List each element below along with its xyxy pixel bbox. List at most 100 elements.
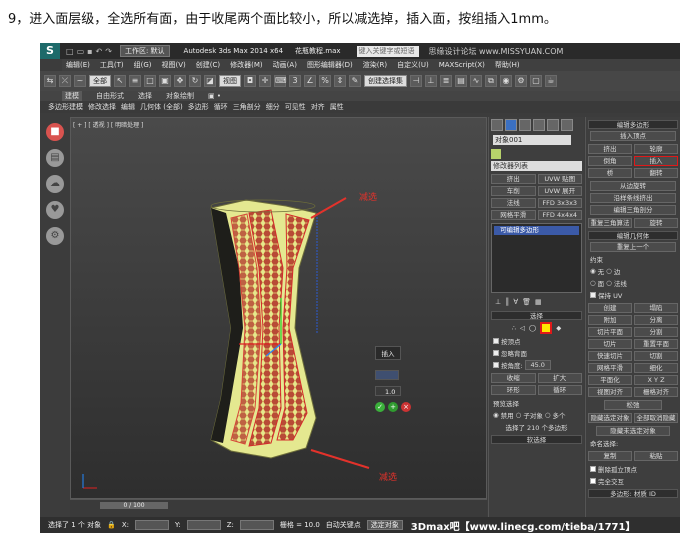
select-object-icon[interactable]: ↖ xyxy=(114,75,126,87)
vertex-level-icon[interactable]: ∴ xyxy=(512,324,516,332)
view-align-button[interactable]: 视图对齐 xyxy=(588,387,632,397)
modify-tab-icon[interactable] xyxy=(505,119,517,131)
render-setup-icon[interactable]: ⚙ xyxy=(515,75,527,87)
paste-button[interactable]: 粘贴 xyxy=(634,451,678,461)
cloud-icon[interactable]: ☁ xyxy=(46,175,64,193)
tab-object-paint[interactable]: 对象绘制 xyxy=(166,91,194,101)
planar-y-button[interactable]: Y xyxy=(654,376,658,384)
graphite-icon[interactable]: ▤ xyxy=(455,75,467,87)
ok-icon[interactable]: ✓ xyxy=(375,402,385,412)
planar-z-button[interactable]: Z xyxy=(660,376,664,384)
manipulate-icon[interactable]: ✛ xyxy=(259,75,271,87)
perspective-viewport[interactable]: [ + ] [ 透视 ] [ 明暗处理 ] 减选 减选 插入 1.0 ✓ + × xyxy=(70,117,487,499)
angle-snap-icon[interactable]: ∠ xyxy=(304,75,316,87)
bevel-button[interactable]: 倒角 xyxy=(588,156,632,166)
constraint-edge-radio[interactable]: ○ xyxy=(606,267,612,275)
edge-level-icon[interactable]: ◁ xyxy=(520,324,525,332)
align-icon[interactable]: ⊥ xyxy=(425,75,437,87)
detach-button[interactable]: 分离 xyxy=(634,315,678,325)
tab-modeling[interactable]: 建模 xyxy=(62,91,82,101)
redo-icon[interactable]: ↷ xyxy=(105,47,112,56)
by-vertex-checkbox[interactable] xyxy=(493,338,499,344)
z-field[interactable] xyxy=(239,520,274,530)
copy-button[interactable]: 复制 xyxy=(588,451,632,461)
grid-align-button[interactable]: 栅格对齐 xyxy=(634,387,678,397)
edit-triangulation-button[interactable]: 编辑三角剖分 xyxy=(590,205,676,215)
mirror-icon[interactable]: ⊣ xyxy=(410,75,422,87)
menu-modifiers[interactable]: 修改器(M) xyxy=(230,60,263,70)
tab-selection[interactable]: 选择 xyxy=(138,91,152,101)
lock-icon[interactable]: 🔒 xyxy=(107,521,116,529)
slice-button[interactable]: 切片 xyxy=(588,339,632,349)
quickslice-button[interactable]: 快速切片 xyxy=(588,351,632,361)
insert-vertex-button[interactable]: 插入顶点 xyxy=(590,131,676,141)
planar-x-button[interactable]: X xyxy=(647,376,651,384)
object-name-field[interactable]: 对象001 xyxy=(493,135,571,145)
turn-button[interactable]: 旋转 xyxy=(634,218,678,228)
settings-gear-icon[interactable]: ⚙ xyxy=(46,227,64,245)
percent-snap-icon[interactable]: % xyxy=(319,75,331,87)
save-icon[interactable]: ▪ xyxy=(87,47,92,56)
meshsmooth-mod-button[interactable]: 网格平滑 xyxy=(491,210,536,220)
apply-icon[interactable]: + xyxy=(388,402,398,412)
modifier-list-dropdown[interactable]: 修改器列表 xyxy=(491,161,582,171)
panel-edit[interactable]: 编辑 xyxy=(121,102,135,112)
constraint-face-radio[interactable]: ○ xyxy=(590,279,596,287)
panel-triangulation[interactable]: 三角剖分 xyxy=(233,102,261,112)
heart-icon[interactable]: ♥ xyxy=(46,201,64,219)
shrink-button[interactable]: 收缩 xyxy=(491,373,536,383)
new-file-icon[interactable]: □ xyxy=(66,47,74,56)
menu-create[interactable]: 创建(C) xyxy=(196,60,220,70)
schematic-icon[interactable]: ⧉ xyxy=(485,75,497,87)
layer-icon[interactable]: ≣ xyxy=(440,75,452,87)
uvw-unwrap-button[interactable]: UVW 展开 xyxy=(537,186,582,196)
utilities-tab-icon[interactable] xyxy=(561,119,573,131)
meshsmooth-button[interactable]: 网格平滑 xyxy=(588,363,632,373)
panel-align[interactable]: 对齐 xyxy=(311,102,325,112)
undo-icon[interactable]: ↶ xyxy=(96,47,103,56)
angle-field[interactable]: 45.0 xyxy=(524,360,551,370)
cancel-icon[interactable]: × xyxy=(401,402,411,412)
by-angle-checkbox[interactable] xyxy=(493,362,499,368)
selected-dropdown[interactable]: 选定对象 xyxy=(366,520,403,530)
menu-customize[interactable]: 自定义(U) xyxy=(397,60,429,70)
menu-animation[interactable]: 动画(A) xyxy=(273,60,297,70)
render-icon[interactable]: ☕ xyxy=(545,75,557,87)
unhide-all-button[interactable]: 全部取消隐藏 xyxy=(634,413,678,423)
tessellate-button[interactable]: 细化 xyxy=(634,363,678,373)
search-input[interactable]: 键入关键字或短语 xyxy=(356,45,419,57)
bind-spacewarp-icon[interactable]: ~ xyxy=(74,75,86,87)
max-logo-icon[interactable]: S xyxy=(40,43,60,59)
hierarchy-tab-icon[interactable] xyxy=(519,119,531,131)
menu-group[interactable]: 组(G) xyxy=(134,60,152,70)
named-selection-set-dropdown[interactable]: 创建选择集 xyxy=(364,75,407,87)
time-slider[interactable]: 0 / 100 xyxy=(100,502,168,509)
panel-visibility[interactable]: 可见性 xyxy=(285,102,306,112)
pivot-icon[interactable]: ◘ xyxy=(244,75,256,87)
menu-graph-editors[interactable]: 图形编辑器(D) xyxy=(307,60,353,70)
select-scale-icon[interactable]: ◪ xyxy=(204,75,216,87)
material-id-header[interactable]: 多边形: 材质 ID xyxy=(588,489,678,498)
reference-coord-dropdown[interactable]: 视图 xyxy=(219,75,241,87)
ffd3-button[interactable]: FFD 3x3x3 xyxy=(537,198,582,208)
make-unique-icon[interactable]: ∀ xyxy=(513,298,518,306)
motion-tab-icon[interactable] xyxy=(533,119,545,131)
collapse-button[interactable]: 塌陷 xyxy=(634,303,678,313)
document-icon[interactable]: ▤ xyxy=(46,149,64,167)
constraint-normal-radio[interactable]: ○ xyxy=(606,279,612,287)
open-file-icon[interactable]: ▭ xyxy=(77,47,85,56)
curve-editor-icon[interactable]: ∿ xyxy=(470,75,482,87)
relax-button[interactable]: 松弛 xyxy=(604,400,662,410)
rect-selection-icon[interactable]: □ xyxy=(144,75,156,87)
display-tab-icon[interactable] xyxy=(547,119,559,131)
hide-unselected-button[interactable]: 隐藏未选定对象 xyxy=(596,426,670,436)
autokey-button[interactable]: 自动关键点 xyxy=(326,520,361,530)
reset-plane-button[interactable]: 重置平面 xyxy=(634,339,678,349)
edit-named-sel-icon[interactable]: ✎ xyxy=(349,75,361,87)
link-icon[interactable]: ⇆ xyxy=(44,75,56,87)
border-level-icon[interactable]: ◯ xyxy=(529,324,536,332)
attach-button[interactable]: 附加 xyxy=(588,315,632,325)
normal-button[interactable]: 法线 xyxy=(491,198,536,208)
inset-button[interactable]: 插入 xyxy=(634,156,678,166)
grow-button[interactable]: 扩大 xyxy=(537,373,582,383)
